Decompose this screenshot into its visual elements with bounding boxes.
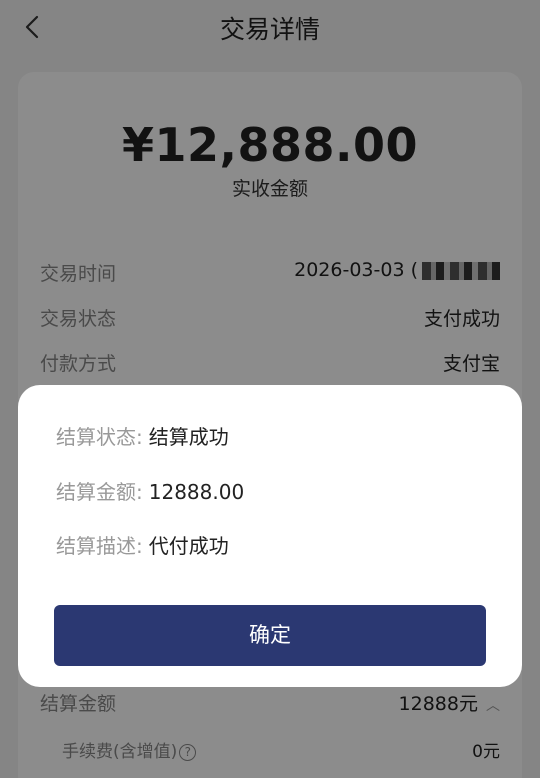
settlement-dialog: 结算状态: 结算成功 结算金额: 12888.00 结算描述: 代付成功 确定 (18, 385, 522, 687)
dialog-value: 结算成功 (148, 425, 229, 449)
settle-amount-dialog-row: 结算金额: 12888.00 (56, 476, 244, 505)
settle-desc-row: 结算描述: 代付成功 (56, 530, 229, 559)
settle-status-row: 结算状态: 结算成功 (56, 421, 229, 450)
dialog-label: 结算描述: (56, 534, 143, 558)
dialog-label: 结算金额: (56, 480, 143, 504)
dialog-value: 代付成功 (148, 534, 229, 558)
dialog-label: 结算状态: (56, 425, 143, 449)
confirm-button[interactable]: 确定 (54, 605, 486, 666)
dialog-value: 12888.00 (148, 480, 245, 504)
